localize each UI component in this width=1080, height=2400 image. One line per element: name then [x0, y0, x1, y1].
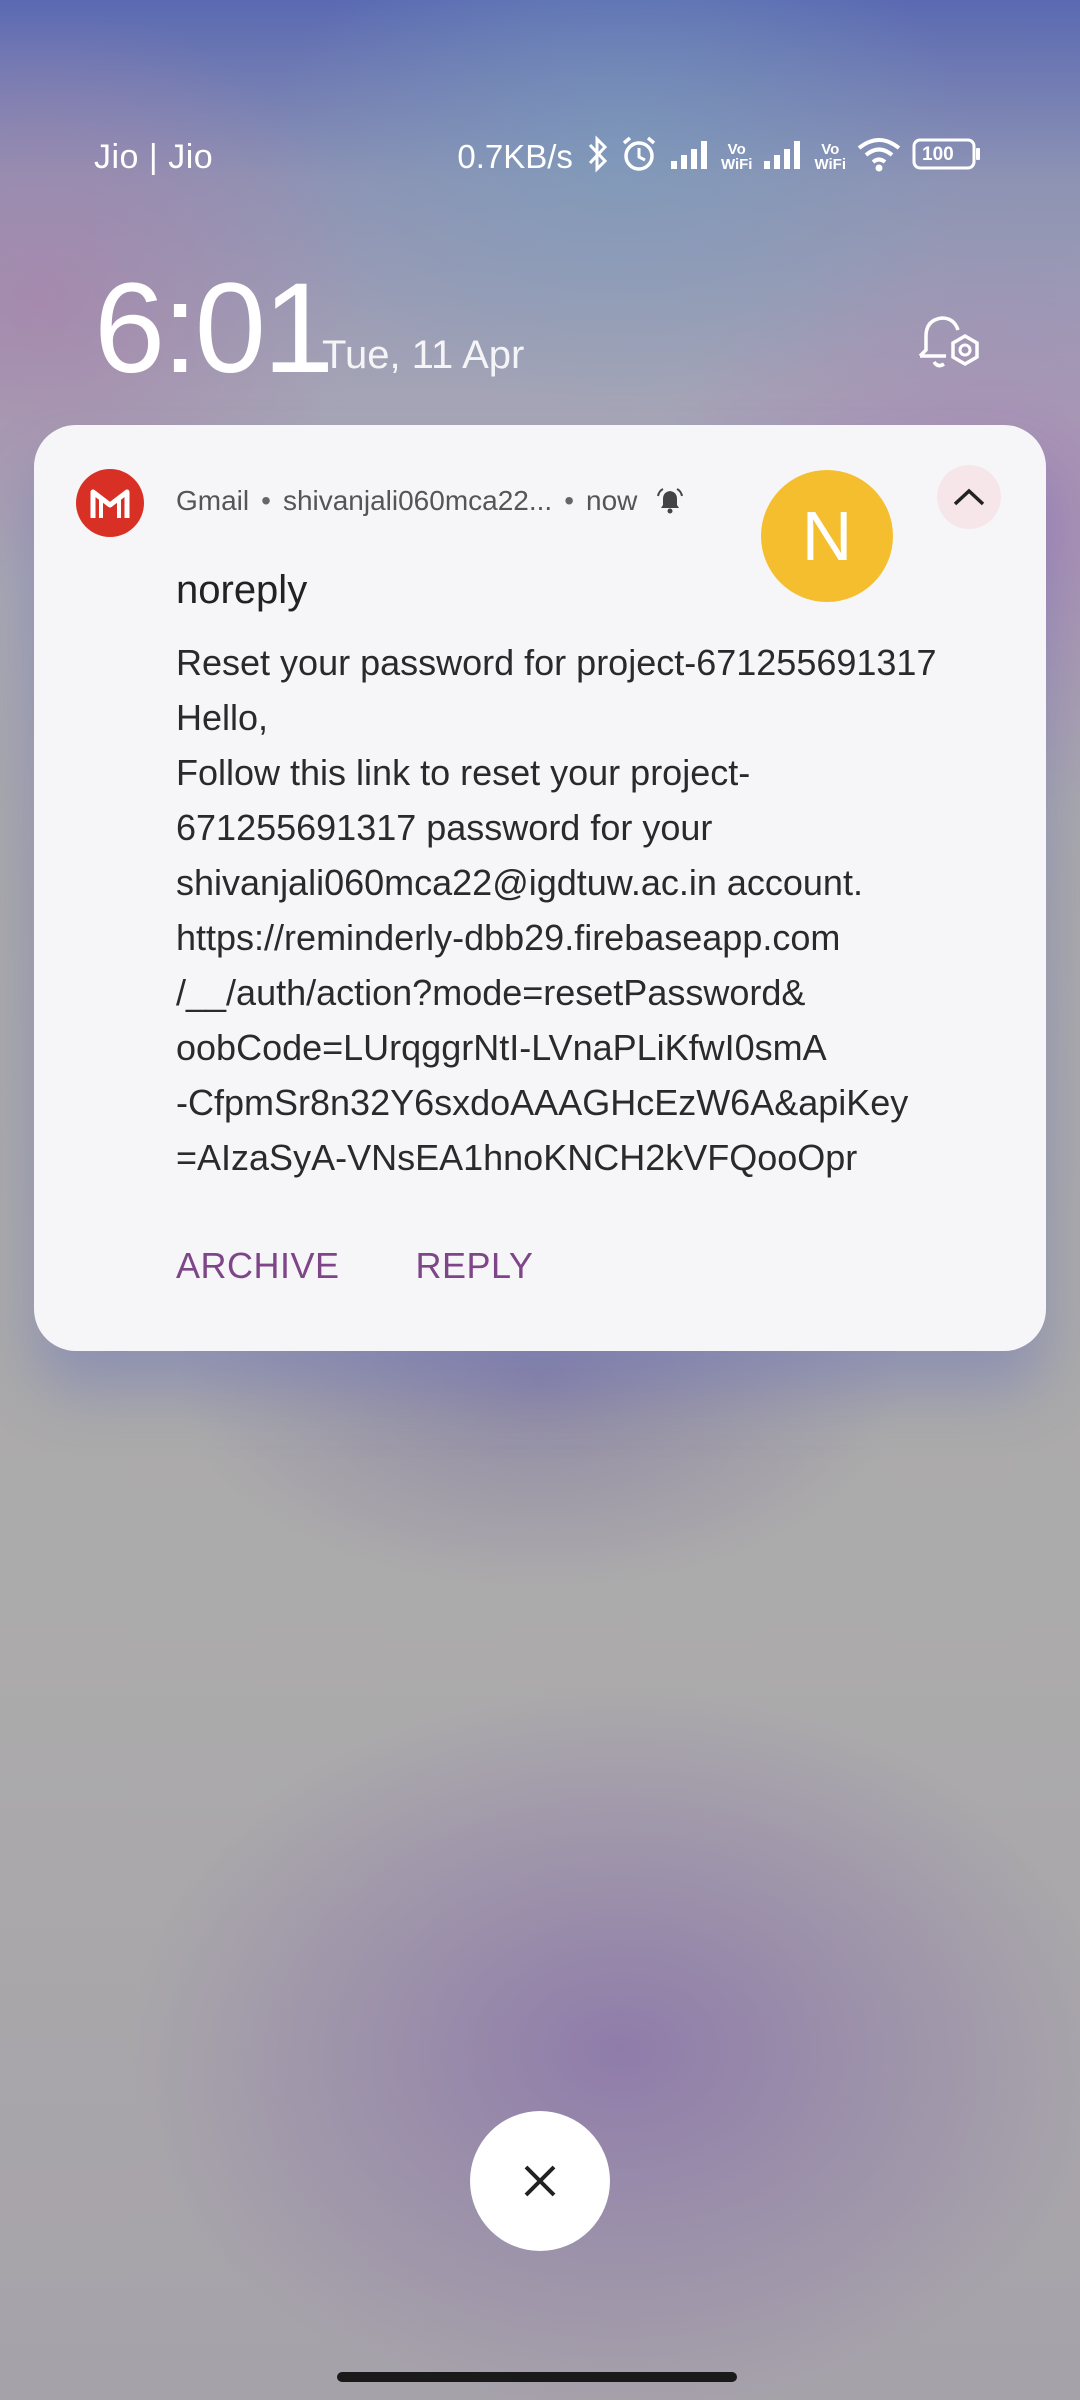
alarm-icon: [619, 134, 659, 179]
gmail-icon: [76, 469, 144, 537]
app-name: Gmail: [176, 485, 250, 516]
close-icon: [524, 2165, 556, 2197]
body-line: shivanjali060mca22@igdtuw.ac.in account.: [176, 862, 863, 903]
signal-icon: [762, 137, 808, 176]
body-line: https://reminderly-dbb29.firebaseapp.com: [176, 917, 841, 958]
body-line: =AIzaSyA-VNsEA1hnoKNCH2kVFQooOpr: [176, 1137, 858, 1178]
dismiss-button[interactable]: [470, 2111, 610, 2251]
bell-icon: [655, 486, 685, 516]
separator-dot: •: [261, 485, 271, 516]
sender-avatar: N: [761, 470, 893, 602]
body-line: /__/auth/action?mode=resetPassword&: [176, 972, 806, 1013]
collapse-button[interactable]: [937, 465, 1001, 529]
account-email: shivanjali060mca22...: [282, 485, 553, 516]
body-line: oobCode=LUrqggrNtI-LVnaPLiKfwI0smA: [176, 1027, 827, 1068]
notification-header: Gmail • shivanjali060mca22... • now: [176, 485, 685, 517]
battery-icon: 100: [912, 137, 982, 176]
clock-time: 6:01: [94, 257, 334, 400]
status-bar: Jio | Jio 0.7KB/s Vo WiFi Vo WiFi 100: [0, 120, 1080, 200]
archive-button[interactable]: ARCHIVE: [176, 1245, 340, 1287]
notification-time: now: [586, 485, 638, 516]
vowifi-icon: Vo WiFi: [720, 140, 753, 173]
bluetooth-icon: [587, 135, 609, 178]
reply-button[interactable]: REPLY: [416, 1245, 534, 1287]
carrier-label: Jio | Jio: [94, 138, 214, 176]
body-line: Follow this link to reset your project-: [176, 752, 751, 793]
network-speed: 0.7KB/s: [457, 137, 573, 175]
status-icons: 0.7KB/s Vo WiFi Vo WiFi 100: [457, 134, 982, 179]
body-line: Hello,: [176, 697, 269, 738]
wifi-icon: [856, 136, 902, 177]
email-body: Reset your password for project-67125569…: [176, 635, 1036, 1185]
vowifi-icon: Vo WiFi: [814, 140, 846, 173]
body-line: 671255691317 password for your: [176, 807, 713, 848]
sender-name: noreply: [176, 568, 308, 612]
chevron-up-icon: [953, 488, 985, 506]
email-subject: Reset your password for project-67125569…: [176, 642, 937, 683]
alarm-settings-icon[interactable]: [912, 310, 986, 381]
body-line: -CfpmSr8n32Y6sxdoAAAGHcEzW6A&apiKey: [176, 1082, 909, 1123]
clock-date: Tue, 11 Apr: [322, 333, 525, 377]
battery-level: 100: [922, 144, 954, 165]
notification-actions: ARCHIVE REPLY: [176, 1245, 533, 1287]
signal-icon: [669, 137, 715, 176]
separator-dot: •: [564, 485, 575, 516]
home-indicator[interactable]: [337, 2372, 737, 2382]
lockscreen-clock: 6:01 Tue, 11 Apr: [94, 255, 524, 402]
gmail-notification-card[interactable]: Gmail • shivanjali060mca22... • now N no…: [34, 425, 1046, 1351]
